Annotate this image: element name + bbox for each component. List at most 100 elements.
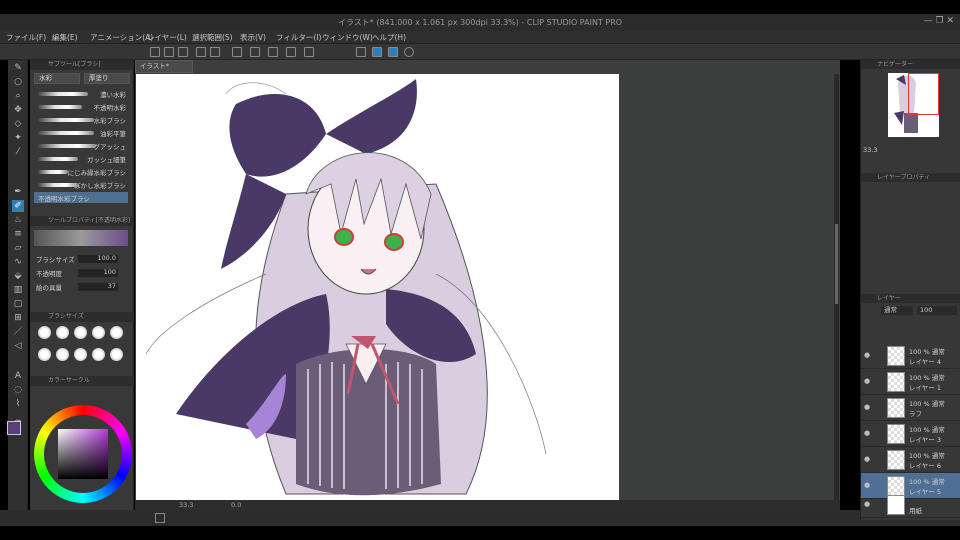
brush-size-tip[interactable] — [110, 326, 123, 339]
menu-filter[interactable]: フィルター(I) — [276, 32, 321, 43]
saturation-value-square[interactable] — [58, 429, 108, 479]
eyedropper-icon[interactable]: ⁄ — [12, 146, 24, 158]
right-panel: ナビゲーター 33.3 レイヤープロパティ レイヤー 通常 100 ● 100 … — [860, 60, 960, 520]
save-icon[interactable] — [178, 47, 188, 57]
eye-icon[interactable]: ● — [864, 429, 870, 437]
brush-size-header: ブラシサイズ — [30, 312, 134, 322]
menu-edit[interactable]: 編集(E) — [52, 32, 78, 43]
deselect-icon[interactable] — [268, 47, 278, 57]
brush-size-tip[interactable] — [38, 326, 51, 339]
transform-icon[interactable] — [250, 47, 260, 57]
canvas[interactable] — [136, 74, 619, 500]
open-icon[interactable] — [164, 47, 174, 57]
window-controls[interactable]: — ❐ ✕ — [924, 16, 954, 26]
layer-row[interactable]: ● 100 % 通常 ラフ — [861, 395, 960, 421]
invert-selection-icon[interactable] — [286, 47, 296, 57]
menu-view[interactable]: 表示(V) — [240, 32, 266, 43]
menu-animation[interactable]: アニメーション(A) — [90, 32, 153, 43]
opacity-field[interactable]: 100 — [917, 306, 957, 315]
bottom-bar — [0, 510, 960, 526]
figure-icon[interactable]: ▢ — [12, 298, 24, 310]
brush-item[interactable]: 濃い水彩 — [34, 88, 128, 99]
blend-mode-select[interactable]: 通常 — [881, 306, 913, 315]
help-icon[interactable] — [404, 47, 414, 57]
redo-icon[interactable] — [210, 47, 220, 57]
layer-row[interactable]: ● 100 % 通常 レイヤー 6 — [861, 447, 960, 473]
brush-size-tip[interactable] — [92, 348, 105, 361]
pen-tool-icon[interactable]: ✎ — [12, 62, 24, 74]
brush-item[interactable]: グアッシュ — [34, 140, 128, 151]
new-file-icon[interactable] — [150, 47, 160, 57]
ruler-icon[interactable]: ／ — [12, 326, 24, 338]
layer-row[interactable]: ● 100 % 通常 レイヤー 1 — [861, 369, 960, 395]
eye-icon[interactable]: ● — [864, 500, 870, 508]
eye-icon[interactable]: ● — [864, 481, 870, 489]
fill-icon[interactable] — [304, 47, 314, 57]
zoom-readout[interactable]: 33.3 — [179, 501, 193, 509]
brush-item[interactable]: にじみ縁水彩ブラシ — [34, 166, 128, 177]
eraser-icon[interactable]: ▱ — [12, 242, 24, 254]
eye-icon[interactable]: ● — [864, 403, 870, 411]
prop-paint-amount[interactable]: 絵の具量 37 — [36, 282, 126, 292]
canvas-vertical-scrollbar[interactable] — [834, 74, 839, 500]
brush-item[interactable]: 水彩ブラシ — [34, 114, 128, 125]
balloon-icon[interactable]: ◌ — [12, 384, 24, 396]
auto-select-icon[interactable]: ✦ — [12, 132, 24, 144]
brush-size-tip[interactable] — [92, 326, 105, 339]
brush-item[interactable]: 不透明水彩 — [34, 101, 128, 112]
tab-watercolor[interactable]: 水彩 — [34, 73, 80, 84]
brush-size-tip[interactable] — [110, 348, 123, 361]
brush-size-tip[interactable] — [74, 326, 87, 339]
layer-row[interactable]: ● 100 % 通常 レイヤー 4 — [861, 343, 960, 369]
eye-icon[interactable]: ● — [864, 455, 870, 463]
menu-select[interactable]: 選択範囲(S) — [192, 32, 233, 43]
brush-size-tip[interactable] — [38, 348, 51, 361]
vector-icon[interactable]: ◁ — [12, 340, 24, 352]
snap-special-ruler-icon[interactable] — [388, 47, 398, 57]
decoration-icon[interactable]: ≡ — [12, 228, 24, 240]
frame-icon[interactable]: ⊞ — [12, 312, 24, 324]
eye-icon[interactable]: ● — [864, 377, 870, 385]
pen-icon[interactable]: ✒ — [12, 186, 24, 198]
move-icon[interactable]: ✥ — [12, 104, 24, 116]
layer-row-paper[interactable]: ● 用紙 — [861, 492, 960, 518]
fill-tool-icon[interactable]: ⬙ — [12, 270, 24, 282]
prop-opacity[interactable]: 不透明度 100 — [36, 268, 126, 278]
brush-size-tip[interactable] — [56, 326, 69, 339]
select-icon[interactable]: ◇ — [12, 118, 24, 130]
brush-item[interactable]: ガッシュ細筆 — [34, 153, 128, 164]
snap-ruler-icon[interactable] — [372, 47, 382, 57]
document-tab[interactable]: イラスト* — [135, 60, 193, 73]
eye-icon[interactable]: ● — [864, 351, 870, 359]
layer-row[interactable]: ● 100 % 通常 レイヤー 3 — [861, 421, 960, 447]
navigator-thumbnail[interactable] — [888, 73, 939, 137]
brush-item-selected[interactable]: 不透明水彩ブラシ — [34, 192, 128, 203]
menu-help[interactable]: ヘルプ(H) — [372, 32, 406, 43]
menu-layer[interactable]: レイヤー(L) — [147, 32, 187, 43]
color-wheel[interactable] — [34, 405, 132, 503]
menu-bar: ファイル(F) 編集(E) アニメーション(A) レイヤー(L) 選択範囲(S)… — [0, 31, 960, 44]
brush-size-tip[interactable] — [56, 348, 69, 361]
clear-icon[interactable] — [232, 47, 242, 57]
navigator-zoom[interactable]: 33.3 — [863, 146, 877, 154]
correct-line-icon[interactable]: ⌇ — [12, 398, 24, 410]
angle-readout[interactable]: 0.0 — [231, 501, 241, 509]
brush-item[interactable]: 油彩平筆 — [34, 127, 128, 138]
main-color-swatch[interactable] — [7, 421, 21, 435]
zoom-icon[interactable]: ⌕ — [12, 90, 24, 102]
blend-icon[interactable]: ∿ — [12, 256, 24, 268]
menu-window[interactable]: ウィンドウ(W) — [322, 32, 373, 43]
canvas-list-icon[interactable] — [155, 513, 165, 523]
brush-icon[interactable]: ✐ — [12, 200, 24, 212]
lasso-icon[interactable]: ○ — [12, 76, 24, 88]
snap-icon[interactable] — [356, 47, 366, 57]
text-icon[interactable]: A — [12, 370, 24, 382]
menu-file[interactable]: ファイル(F) — [6, 32, 46, 43]
undo-icon[interactable] — [196, 47, 206, 57]
prop-brush-size[interactable]: ブラシサイズ 100.0 — [36, 254, 126, 264]
gradient-icon[interactable]: ▥ — [12, 284, 24, 296]
brush-size-tip[interactable] — [74, 348, 87, 361]
airbrush-icon[interactable]: ♨ — [12, 214, 24, 226]
tab-thick-paint[interactable]: 厚塗り — [84, 73, 130, 84]
brush-item[interactable]: ぼかし水彩ブラシ — [34, 179, 128, 190]
